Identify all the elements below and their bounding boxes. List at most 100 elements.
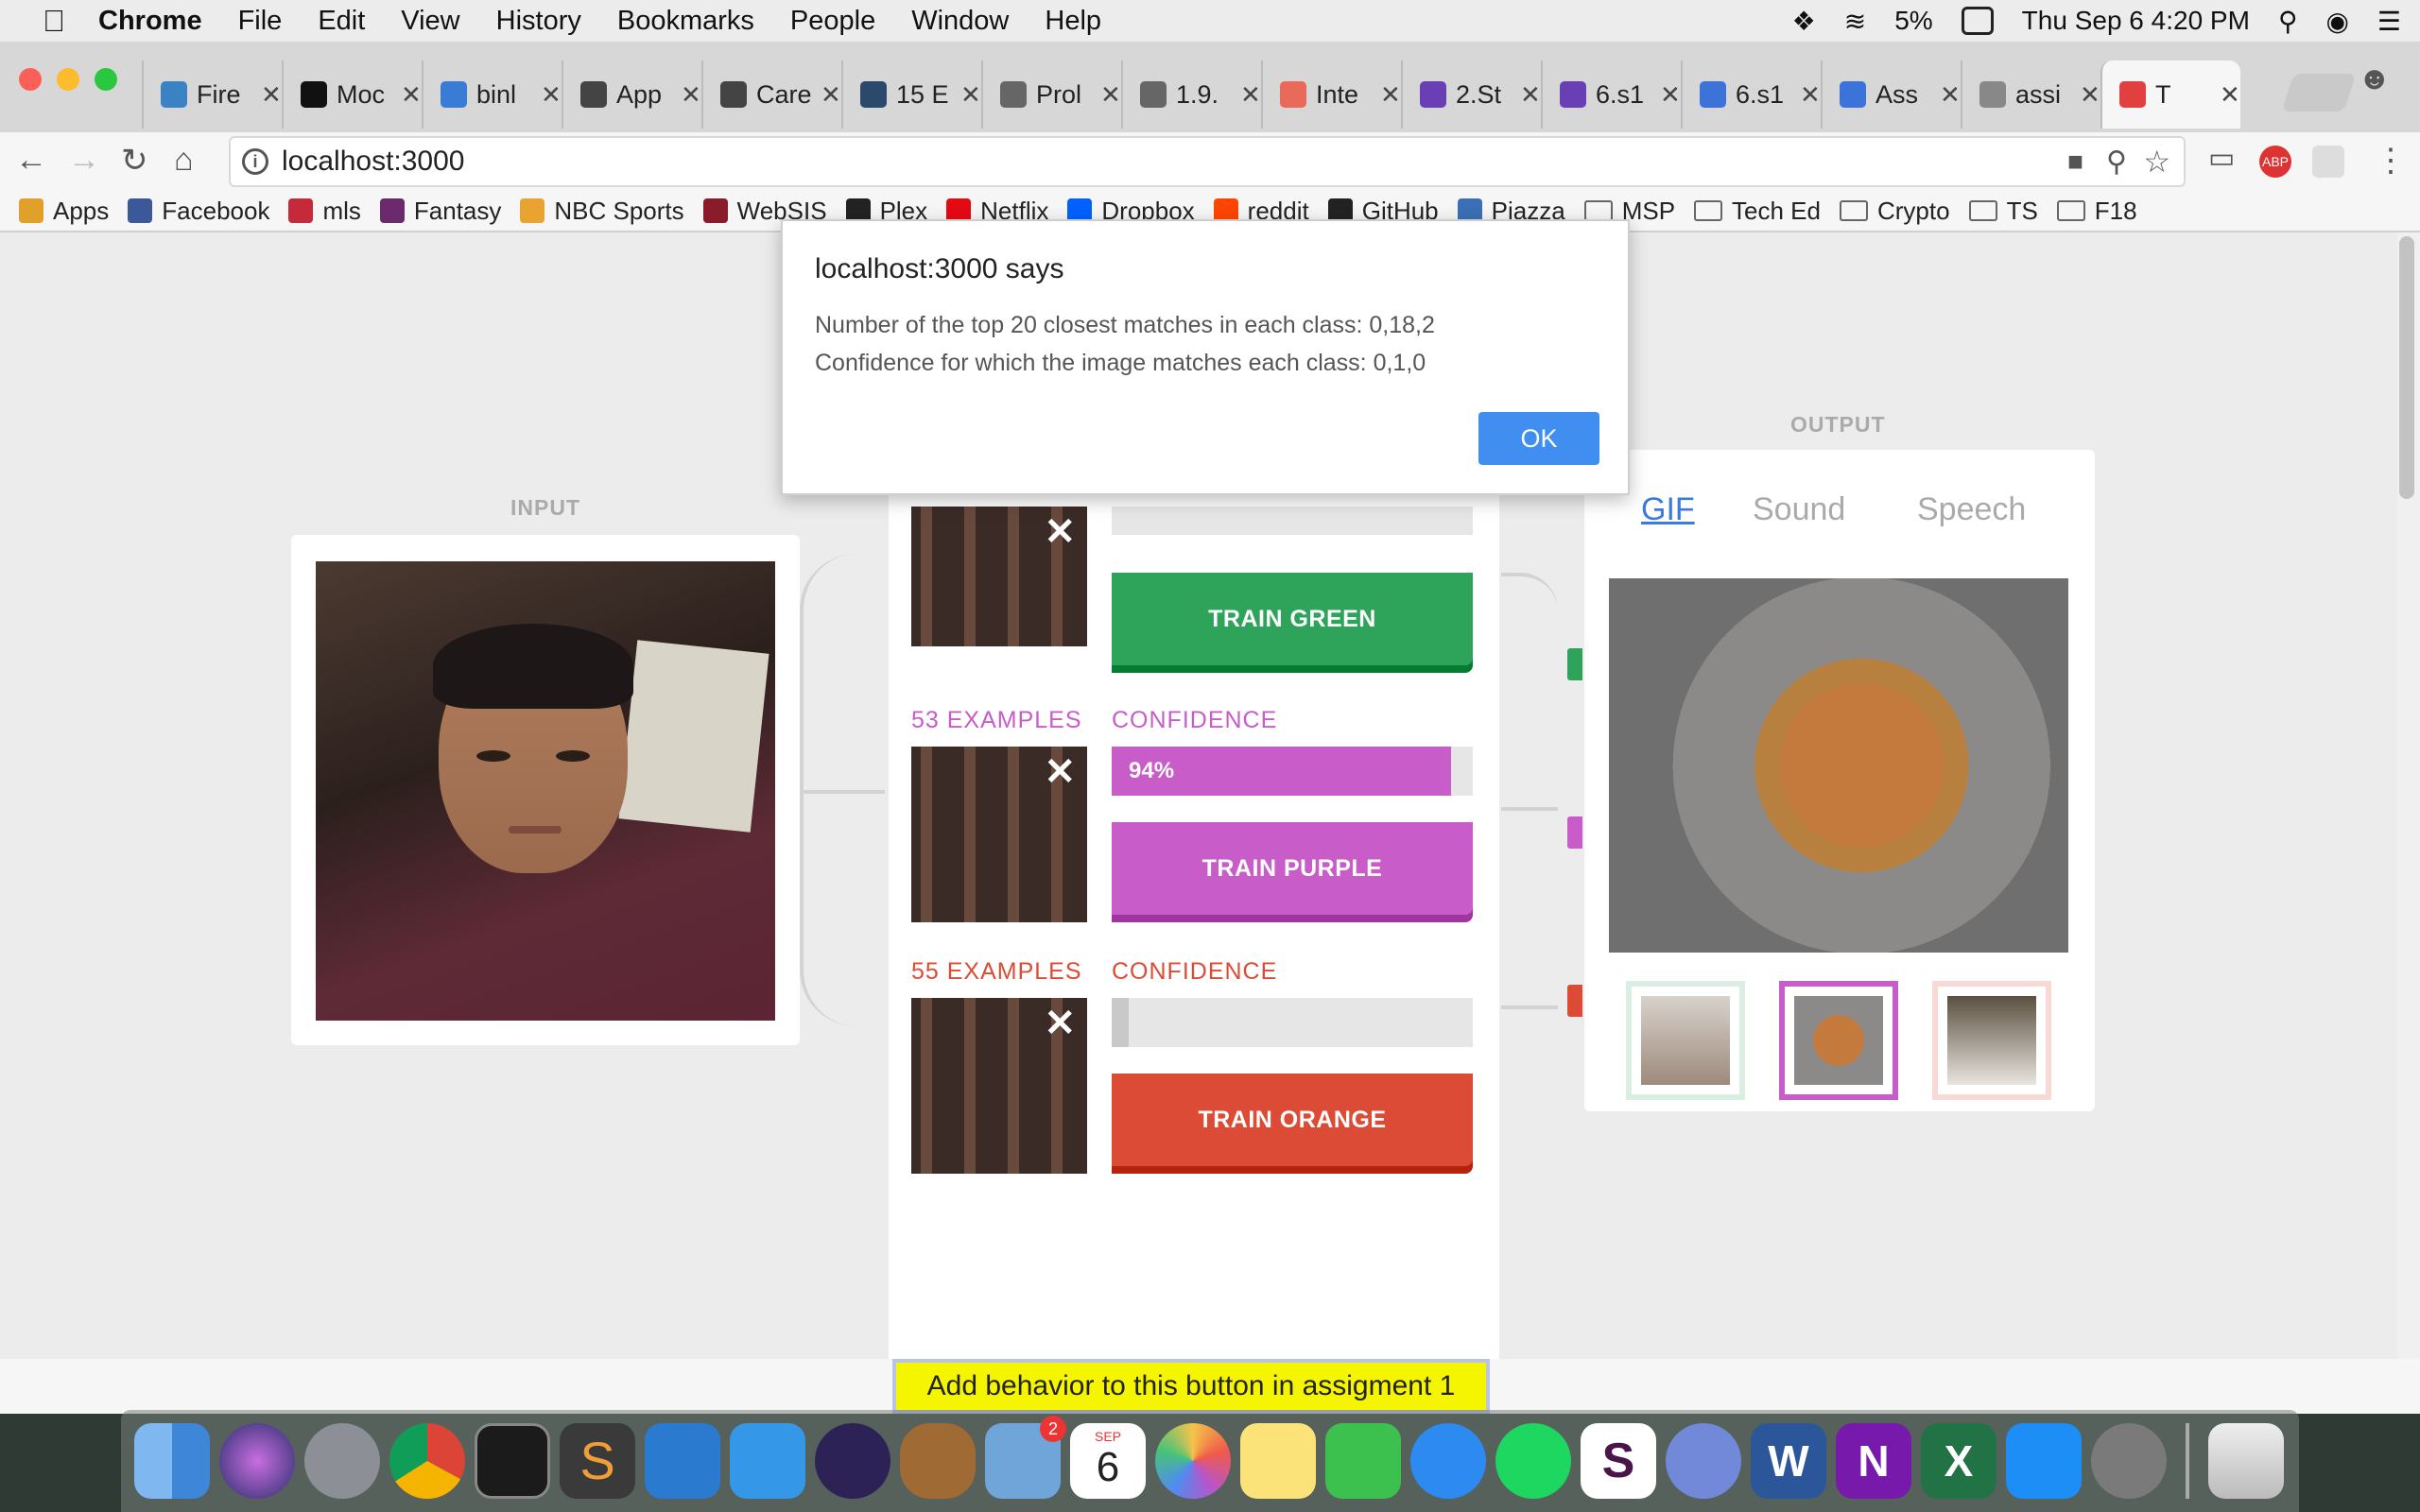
vscode-icon[interactable]	[645, 1423, 720, 1499]
system-preferences-icon[interactable]	[2091, 1423, 2167, 1499]
bookmark-item[interactable]: Fantasy	[379, 197, 501, 226]
clear-orange-examples-icon[interactable]: ✕	[1044, 1002, 1076, 1045]
browser-tab[interactable]: Prol ✕	[981, 60, 1121, 129]
train-green-button[interactable]: TRAIN GREEN	[1112, 573, 1473, 665]
extension-icon[interactable]	[2312, 146, 2344, 178]
launchpad-icon[interactable]	[304, 1423, 380, 1499]
browser-tab[interactable]: 6.s1 ✕	[1541, 60, 1681, 129]
browser-tab[interactable]: assi ✕	[1961, 60, 2100, 129]
tab-close-icon[interactable]: ✕	[541, 80, 562, 110]
menu-history[interactable]: History	[496, 6, 581, 37]
menu-people[interactable]: People	[790, 6, 875, 37]
wifi-icon[interactable]: ≋	[1844, 6, 1866, 37]
window-zoom-button[interactable]	[95, 68, 117, 91]
app-store-icon[interactable]	[2006, 1423, 2082, 1499]
menu-file[interactable]: File	[238, 6, 283, 37]
siri-icon[interactable]: ◉	[2325, 6, 2348, 37]
address-url[interactable]: localhost:3000	[282, 146, 464, 178]
bunny-app-icon[interactable]	[900, 1423, 976, 1499]
adblock-extension-icon[interactable]: ABP	[2259, 146, 2291, 178]
forward-arrow-icon[interactable]: →	[68, 142, 100, 179]
facetime-icon[interactable]	[1325, 1423, 1401, 1499]
add-behavior-button[interactable]: Add behavior to this button in assigment…	[892, 1359, 1490, 1414]
window-close-button[interactable]	[19, 68, 42, 91]
address-bar[interactable]: i localhost:3000 ■ ⚲ ☆	[229, 136, 2186, 187]
bookmark-item[interactable]: Facebook	[128, 197, 269, 226]
bookmark-item[interactable]: NBC Sports	[520, 197, 684, 226]
back-arrow-icon[interactable]: ←	[15, 142, 47, 179]
browser-tab[interactable]: Care ✕	[701, 60, 841, 129]
output-thumb-orange[interactable]	[1932, 981, 2051, 1100]
tab-close-icon[interactable]: ✕	[1800, 80, 1821, 110]
clock[interactable]: Thu Sep 6 4:20 PM	[2022, 6, 2250, 36]
notes-icon[interactable]	[1240, 1423, 1316, 1499]
finder-icon[interactable]	[134, 1423, 210, 1499]
excel-icon[interactable]: X	[1921, 1423, 1996, 1499]
output-tab-gif[interactable]: GIF	[1641, 491, 1695, 528]
site-info-icon[interactable]: i	[242, 148, 268, 175]
terminal-icon[interactable]	[475, 1423, 550, 1499]
menu-help[interactable]: Help	[1045, 6, 1101, 37]
tab-close-icon[interactable]: ✕	[1660, 80, 1681, 110]
menu-window[interactable]: Window	[911, 6, 1009, 37]
tab-close-icon[interactable]: ✕	[821, 80, 841, 110]
browser-tab[interactable]: Fire ✕	[142, 60, 282, 129]
camera-icon[interactable]: ■	[2067, 146, 2083, 177]
home-icon[interactable]: ⌂	[174, 142, 194, 179]
train-purple-button[interactable]: TRAIN PURPLE	[1112, 822, 1473, 915]
sublime-text-icon[interactable]: S	[560, 1423, 635, 1499]
bookmark-folder[interactable]: Tech Ed	[1694, 197, 1821, 226]
cast-icon[interactable]: ▭	[2208, 142, 2235, 175]
onenote-icon[interactable]: N	[1836, 1423, 1911, 1499]
eclipse-icon[interactable]	[815, 1423, 890, 1499]
tab-close-icon[interactable]: ✕	[2220, 80, 2240, 110]
output-tab-speech[interactable]: Speech	[1917, 491, 2026, 528]
tab-close-icon[interactable]: ✕	[1380, 80, 1401, 110]
spotlight-search-icon[interactable]: ⚲	[2278, 6, 2298, 37]
bookmark-folder[interactable]: F18	[2056, 197, 2137, 226]
browser-tab[interactable]: T ✕	[2100, 60, 2240, 129]
browser-tab[interactable]: 6.s1 ✕	[1681, 60, 1821, 129]
browser-tab[interactable]: binl ✕	[422, 60, 562, 129]
page-scrollbar-thumb[interactable]	[2399, 236, 2414, 499]
clear-green-examples-icon[interactable]: ✕	[1044, 510, 1076, 554]
tab-close-icon[interactable]: ✕	[2080, 80, 2100, 110]
photos-icon[interactable]	[1155, 1423, 1231, 1499]
menu-bookmarks[interactable]: Bookmarks	[617, 6, 754, 37]
calendar-icon[interactable]: SEP 6	[1070, 1423, 1146, 1499]
chrome-menu-icon[interactable]: ⋮	[2375, 142, 2407, 180]
output-thumb-purple[interactable]	[1779, 981, 1898, 1100]
purple-examples-thumbnail[interactable]: ✕	[911, 747, 1087, 922]
new-tab-button[interactable]	[2281, 74, 2357, 112]
bookmark-star-icon[interactable]: ☆	[2143, 144, 2170, 180]
zoom-icon[interactable]: ⚲	[2106, 146, 2127, 179]
menu-app-name[interactable]: Chrome	[98, 6, 202, 37]
trash-icon[interactable]	[2208, 1423, 2284, 1499]
bookmark-item[interactable]: Apps	[19, 197, 109, 226]
output-tab-sound[interactable]: Sound	[1753, 491, 1845, 528]
menu-view[interactable]: View	[401, 6, 459, 37]
browser-tab[interactable]: Moc ✕	[282, 60, 422, 129]
messages-icon[interactable]	[1410, 1423, 1486, 1499]
discord-icon[interactable]	[1666, 1423, 1741, 1499]
clear-purple-examples-icon[interactable]: ✕	[1044, 750, 1076, 794]
mail-icon[interactable]: 2	[985, 1416, 1066, 1499]
dialog-ok-button[interactable]: OK	[1478, 412, 1599, 465]
window-minimize-button[interactable]	[57, 68, 79, 91]
notification-center-icon[interactable]: ☰	[2377, 6, 2401, 37]
train-orange-button[interactable]: TRAIN ORANGE	[1112, 1074, 1473, 1166]
browser-tab[interactable]: 15 E ✕	[841, 60, 981, 129]
tab-close-icon[interactable]: ✕	[261, 80, 282, 110]
tab-close-icon[interactable]: ✕	[1520, 80, 1541, 110]
tab-close-icon[interactable]: ✕	[401, 80, 422, 110]
browser-tab[interactable]: Ass ✕	[1821, 60, 1961, 129]
apple-menu-icon[interactable]: 	[38, 5, 70, 37]
profile-icon[interactable]: ☻	[2358, 60, 2392, 97]
orange-examples-thumbnail[interactable]: ✕	[911, 998, 1087, 1174]
battery-percent[interactable]: 5%	[1894, 6, 1932, 36]
menu-edit[interactable]: Edit	[318, 6, 365, 37]
bookmark-folder[interactable]: Crypto	[1839, 197, 1950, 226]
chrome-dock-icon[interactable]	[389, 1423, 465, 1499]
browser-tab[interactable]: 1.9. ✕	[1121, 60, 1261, 129]
tab-close-icon[interactable]: ✕	[960, 80, 981, 110]
